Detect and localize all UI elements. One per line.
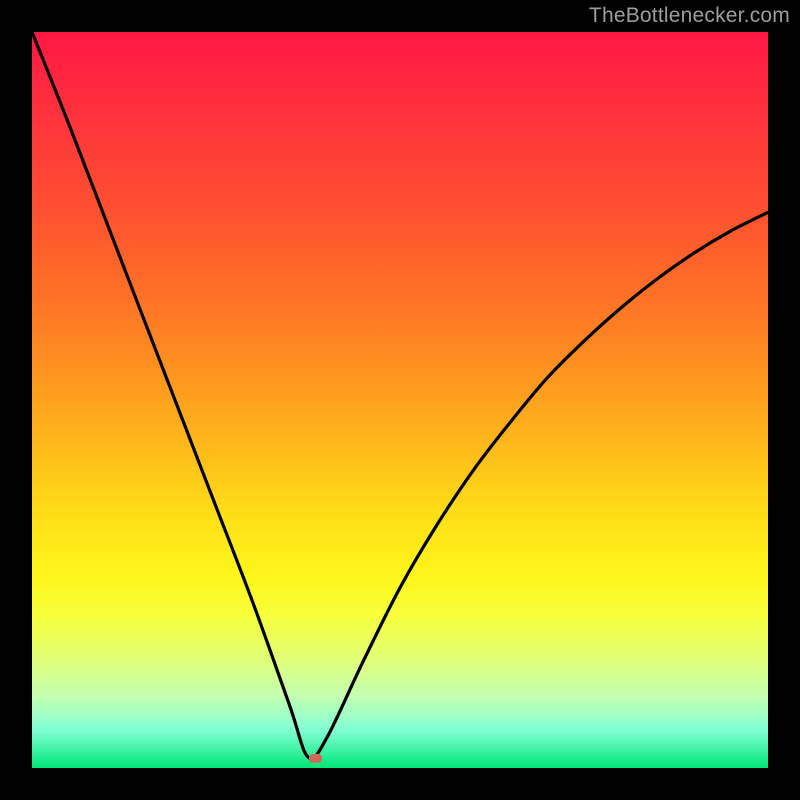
- chart-frame: TheBottlenecker.com: [0, 0, 800, 800]
- watermark-label: TheBottlenecker.com: [589, 4, 790, 28]
- curve-svg: [32, 32, 768, 768]
- bottleneck-curve: [32, 32, 768, 759]
- optimal-point-marker: [309, 754, 322, 763]
- plot-area: [32, 32, 768, 768]
